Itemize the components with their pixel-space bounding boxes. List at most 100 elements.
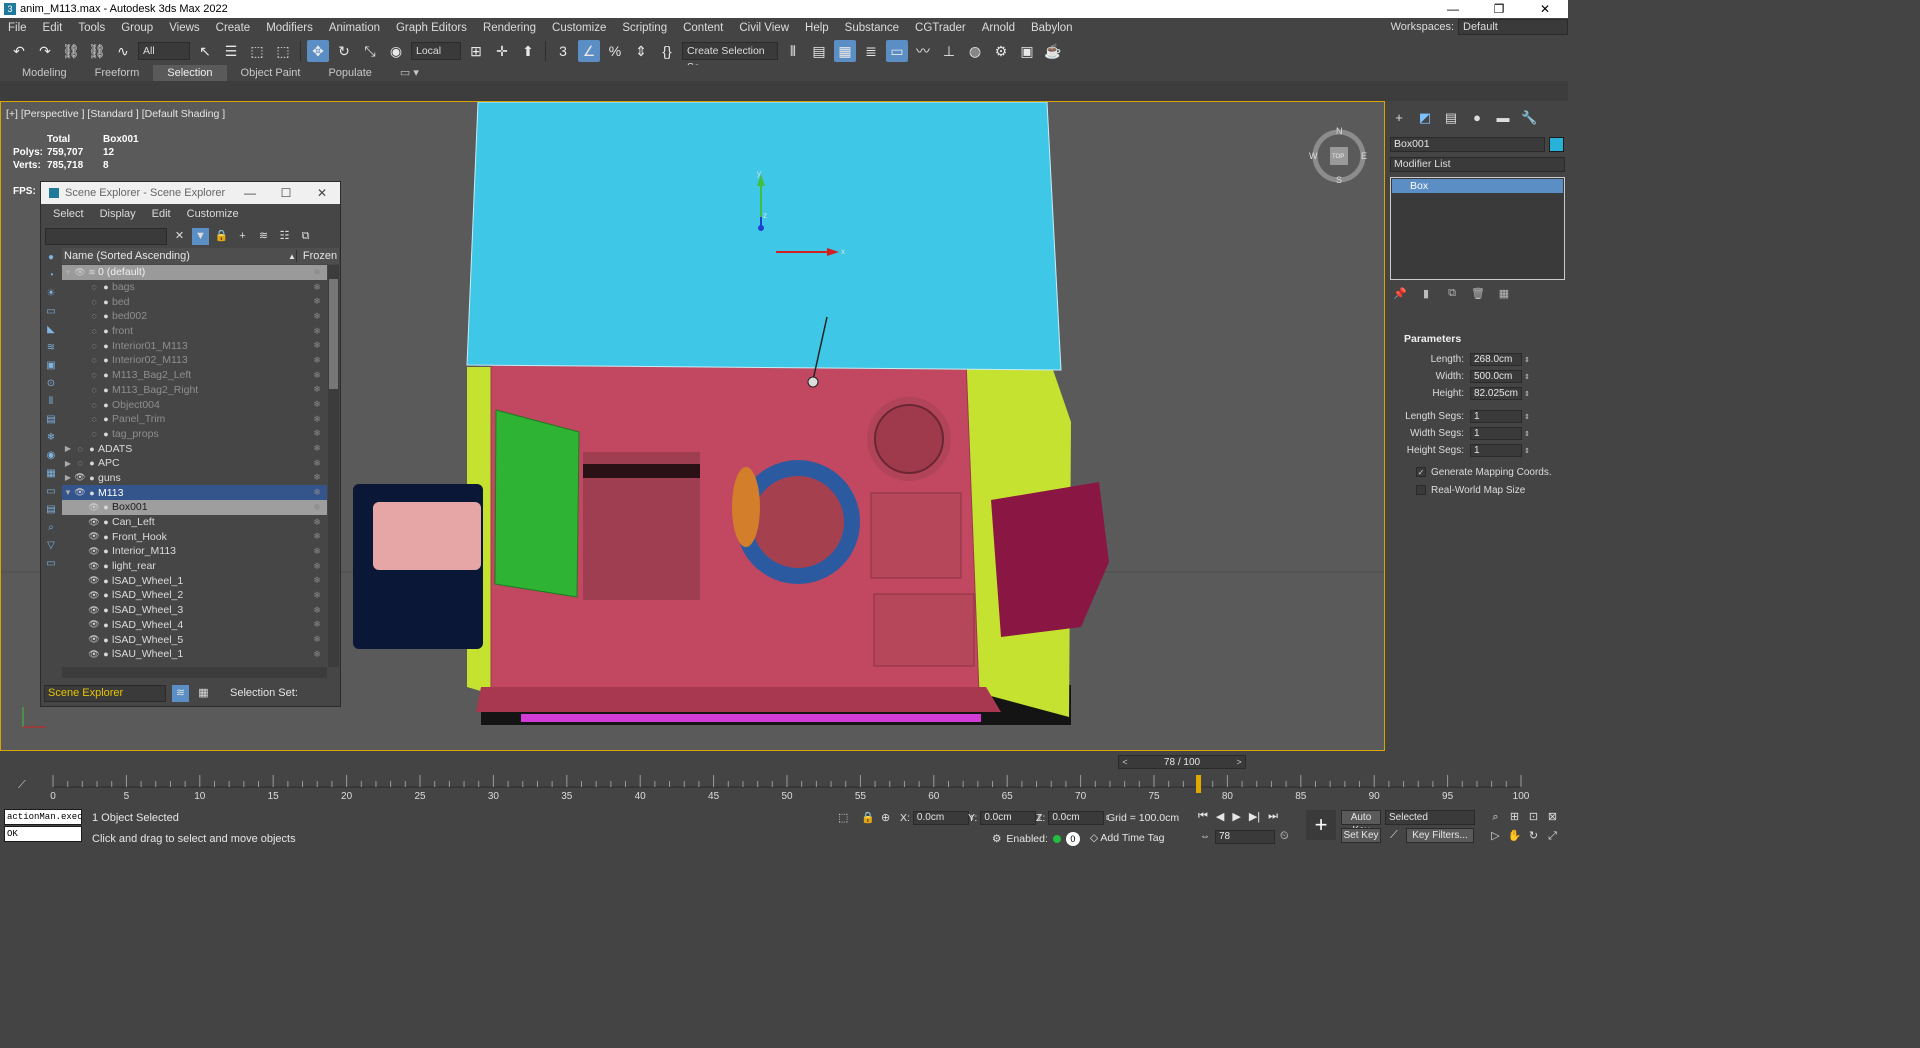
width-field[interactable]: 500.0cm bbox=[1470, 370, 1522, 383]
sort-by-layer-icon[interactable]: ⧉ bbox=[297, 228, 314, 245]
freeze-snowflake-icon[interactable]: ❄ bbox=[307, 517, 327, 528]
scene-explorer-titlebar[interactable]: Scene Explorer - Scene Explorer — ☐ ✕ bbox=[41, 182, 340, 204]
viewport-label-menu[interactable]: [+] [Perspective ] [Standard ] [Default … bbox=[6, 108, 225, 120]
display-none-icon[interactable]: ▭ bbox=[43, 484, 59, 500]
spinner-icon[interactable]: ⇕ bbox=[1522, 373, 1530, 381]
rendered-frame-icon[interactable]: ▣ bbox=[1016, 40, 1038, 62]
isolate-selection-icon[interactable]: ⬚ bbox=[838, 811, 848, 824]
groups-filter-icon[interactable]: ▣ bbox=[43, 358, 59, 374]
real-world-checkbox-row[interactable]: Real-World Map Size bbox=[1390, 481, 1565, 499]
motion-tab-icon[interactable]: ● bbox=[1469, 110, 1485, 126]
mirror-icon[interactable]: ⫴ bbox=[782, 40, 804, 62]
tab-populate[interactable]: Populate bbox=[314, 65, 385, 81]
orbit-icon[interactable]: ↻ bbox=[1526, 829, 1541, 844]
visibility-eye-icon[interactable]: ◌ bbox=[88, 341, 100, 351]
layer-explorer-icon[interactable]: ≣ bbox=[860, 40, 882, 62]
hierarchy-icon[interactable]: ☷ bbox=[276, 228, 293, 245]
expand-toggle-icon[interactable]: ▶ bbox=[62, 459, 74, 468]
frozen-column-header[interactable]: Frozen bbox=[295, 250, 337, 262]
window-crossing-icon[interactable]: ⬚ bbox=[272, 40, 294, 62]
scale-icon[interactable]: ⤡ bbox=[359, 40, 381, 62]
shapes-filter-icon[interactable]: ◔ bbox=[43, 268, 59, 284]
close-button[interactable]: ✕ bbox=[304, 182, 340, 204]
freeze-snowflake-icon[interactable]: ❄ bbox=[307, 561, 327, 572]
freeze-snowflake-icon[interactable]: ❄ bbox=[307, 428, 327, 439]
funnel-icon[interactable]: ▽ bbox=[43, 538, 59, 554]
set-key-button[interactable]: Set Key bbox=[1341, 828, 1381, 843]
scene-explorer-row[interactable]: ◌ ● M113_Bag2_Right ❄ bbox=[62, 383, 327, 398]
zoom-icon[interactable]: ⌕ bbox=[1488, 810, 1503, 825]
reference-coord-dropdown[interactable]: Local bbox=[411, 42, 461, 60]
minimize-button[interactable]: — bbox=[232, 182, 268, 204]
percent-snap-icon[interactable]: % bbox=[604, 40, 626, 62]
scene-explorer-row[interactable]: 👁 ● lSAD_Wheel_5 ❄ bbox=[62, 632, 327, 647]
zoom-extents-all-icon[interactable]: ⊠ bbox=[1545, 810, 1560, 825]
lights-filter-icon[interactable]: ☀ bbox=[43, 286, 59, 302]
gen-mapping-checkbox[interactable]: ✓ bbox=[1416, 467, 1426, 477]
scene-explorer-row[interactable]: ◌ ● Object004 ❄ bbox=[62, 397, 327, 412]
rotate-icon[interactable]: ↻ bbox=[333, 40, 355, 62]
scene-explorer-row[interactable]: ◌ ● bags ❄ bbox=[62, 280, 327, 295]
scene-explorer-row[interactable]: ▶ ◌ ● ADATS ❄ bbox=[62, 441, 327, 456]
menu-rendering[interactable]: Rendering bbox=[475, 22, 544, 34]
spinner-icon[interactable]: ⇕ bbox=[1522, 413, 1530, 421]
find-icon[interactable]: ⌕ bbox=[43, 520, 59, 536]
minimize-button[interactable]: — bbox=[1430, 0, 1476, 18]
previous-frame-icon[interactable]: ◀ bbox=[1216, 810, 1224, 823]
visibility-eye-icon[interactable]: ◌ bbox=[88, 326, 100, 336]
place-icon[interactable]: ◉ bbox=[385, 40, 407, 62]
object-color-swatch[interactable] bbox=[1549, 137, 1564, 152]
menu-help[interactable]: Help bbox=[797, 22, 837, 34]
scene-explorer-row[interactable]: 👁 ● lSAD_Wheel_1 ❄ bbox=[62, 573, 327, 588]
pivot-center-icon[interactable]: ⊞ bbox=[465, 40, 487, 62]
set-keys-icon[interactable]: + bbox=[1306, 810, 1336, 840]
visibility-eye-icon[interactable]: ◌ bbox=[88, 414, 100, 424]
visibility-eye-icon[interactable]: ◌ bbox=[88, 429, 100, 439]
visibility-eye-icon[interactable]: ◌ bbox=[88, 400, 100, 410]
frozen-filter-icon[interactable]: ❄ bbox=[43, 430, 59, 446]
scene-explorer-row[interactable]: 👁 ● lSAU_Wheel_1 ❄ bbox=[62, 647, 327, 662]
visibility-eye-icon[interactable]: 👁 bbox=[88, 502, 100, 513]
enabled-count[interactable]: 0 bbox=[1065, 832, 1080, 846]
scene-explorer-vscrollbar[interactable] bbox=[328, 265, 339, 667]
prev-frame-icon[interactable]: < bbox=[1119, 757, 1131, 767]
viewcube-icon[interactable]: N S E W TOP bbox=[1309, 124, 1369, 184]
visibility-eye-icon[interactable]: ◌ bbox=[74, 444, 86, 454]
visibility-eye-icon[interactable]: 👁 bbox=[88, 590, 100, 601]
se-menu-customize[interactable]: Customize bbox=[179, 208, 247, 220]
name-column-header[interactable]: Name (Sorted Ascending) bbox=[62, 250, 288, 262]
scene-explorer-row[interactable]: 👁 ● Front_Hook ❄ bbox=[62, 529, 327, 544]
visibility-eye-icon[interactable]: 👁 bbox=[88, 649, 100, 660]
menu-cgtrader[interactable]: CGTrader bbox=[907, 22, 974, 34]
scene-explorer-row[interactable]: ◌ ● front ❄ bbox=[62, 324, 327, 339]
freeze-snowflake-icon[interactable]: ❄ bbox=[307, 458, 327, 469]
show-all-icon[interactable]: ▦ bbox=[43, 466, 59, 482]
scene-explorer-row[interactable]: ▼ 👁 ≋ 0 (default) ❄ bbox=[62, 265, 327, 280]
menu-animation[interactable]: Animation bbox=[321, 22, 388, 34]
render-production-icon[interactable]: ☕ bbox=[1042, 40, 1064, 62]
freeze-snowflake-icon[interactable]: ❄ bbox=[307, 590, 327, 601]
scene-explorer-row[interactable]: 👁 ● Interior_M113 ❄ bbox=[62, 544, 327, 559]
scene-explorer-row[interactable]: 👁 ● lSAD_Wheel_2 ❄ bbox=[62, 588, 327, 603]
restore-button[interactable]: ❐ bbox=[1476, 0, 1522, 18]
scene-explorer-row[interactable]: ▶ 👁 ● guns ❄ bbox=[62, 471, 327, 486]
visibility-eye-icon[interactable]: 👁 bbox=[88, 531, 100, 542]
explorer-selector-dropdown[interactable]: Scene Explorer bbox=[44, 684, 166, 702]
visibility-eye-icon[interactable]: ◌ bbox=[88, 370, 100, 380]
pin-stack-icon[interactable]: 📌 bbox=[1393, 287, 1407, 300]
geometry-filter-icon[interactable]: ● bbox=[43, 250, 59, 266]
freeze-snowflake-icon[interactable]: ❄ bbox=[307, 296, 327, 307]
scene-explorer-row[interactable]: 👁 ● Box001 ❄ bbox=[62, 500, 327, 515]
se-menu-edit[interactable]: Edit bbox=[144, 208, 179, 220]
go-to-end-icon[interactable]: ⏭ bbox=[1268, 810, 1278, 823]
menu-group[interactable]: Group bbox=[113, 22, 161, 34]
se-menu-display[interactable]: Display bbox=[92, 208, 144, 220]
scene-explorer-row[interactable]: 👁 ● lSAD_Wheel_4 ❄ bbox=[62, 618, 327, 633]
next-frame-icon[interactable]: ▶| bbox=[1249, 810, 1260, 823]
lock-icon[interactable]: 🔒 bbox=[213, 228, 230, 245]
next-frame-icon[interactable]: > bbox=[1233, 757, 1245, 767]
go-to-start-icon[interactable]: ⏮ bbox=[1198, 810, 1208, 823]
absolute-mode-icon[interactable]: ⊕ bbox=[881, 811, 890, 824]
helpers-filter-icon[interactable]: ◣ bbox=[43, 322, 59, 338]
keyboard-shortcut-icon[interactable]: ⬆ bbox=[517, 40, 539, 62]
